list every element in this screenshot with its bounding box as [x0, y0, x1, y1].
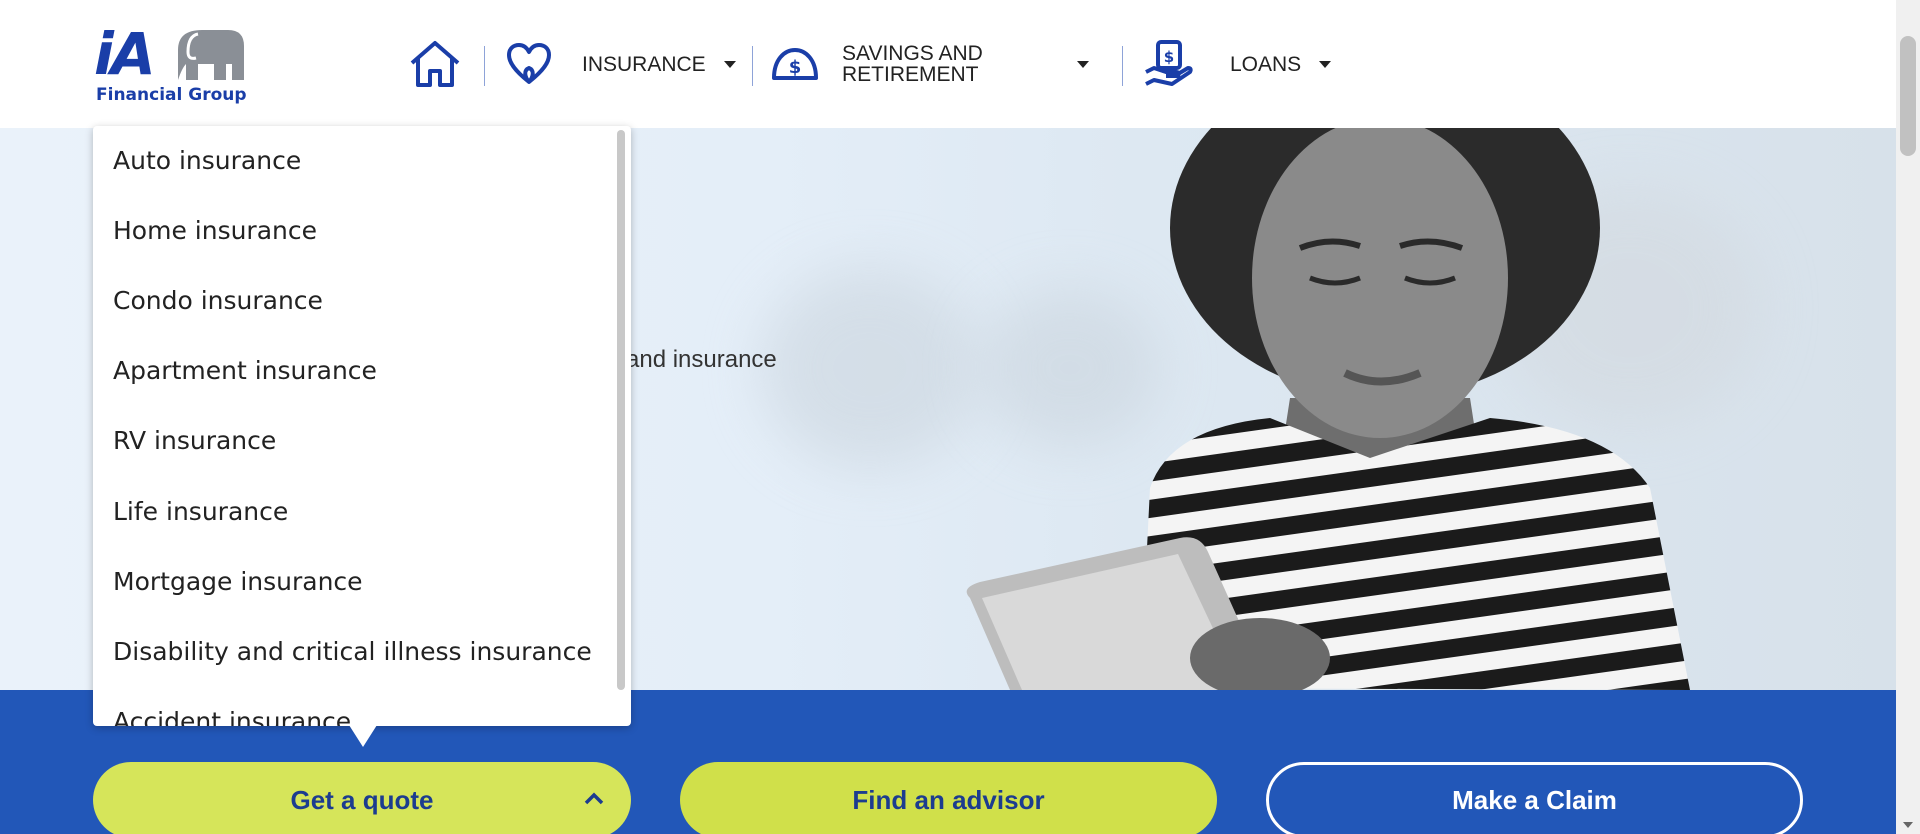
chevron-up-icon[interactable]: [583, 790, 605, 806]
logo-wordmark: iA: [94, 20, 156, 88]
hero-person-image: [966, 128, 1690, 690]
nav-loans-label: LOANS: [1230, 52, 1302, 76]
ia-logo[interactable]: iA Financial Group: [94, 22, 250, 108]
heart-icon: [506, 42, 552, 86]
nav-insurance-label: INSURANCE: [582, 52, 706, 76]
find-an-advisor-button[interactable]: Find an advisor: [680, 762, 1217, 834]
dropdown-item-rv-insurance[interactable]: RV insurance: [113, 426, 276, 456]
find-an-advisor-label: Find an advisor: [852, 784, 1045, 815]
get-a-quote-label: Get a quote: [290, 784, 434, 815]
dropdown-item-home-insurance[interactable]: Home insurance: [113, 216, 317, 246]
svg-text:$: $: [1164, 48, 1174, 66]
chevron-down-icon: [1076, 60, 1089, 68]
nav-loans[interactable]: $ LOANS: [1142, 0, 1332, 128]
dropdown-item-accident-insurance[interactable]: Accident insurance: [113, 707, 351, 726]
hero-partial-text: and insurance: [626, 346, 777, 373]
background-blur: [760, 268, 980, 468]
make-a-claim-button[interactable]: Make a Claim: [1266, 762, 1803, 834]
site-header: iA Financial Group INSURANCE $ SAVINGS A…: [0, 0, 1896, 128]
dropdown-item-condo-insurance[interactable]: Condo insurance: [113, 286, 323, 316]
dropdown-pointer: [349, 725, 377, 747]
dropdown-item-disability-insurance[interactable]: Disability and critical illness insuranc…: [113, 637, 592, 667]
nav-insurance[interactable]: INSURANCE: [506, 0, 736, 128]
scrollbar-thumb[interactable]: [1900, 36, 1916, 156]
get-a-quote-dropdown: Auto insurance Home insurance Condo insu…: [93, 126, 631, 726]
savings-icon: $: [770, 44, 820, 84]
nav-divider: [752, 46, 753, 86]
svg-text:$: $: [789, 57, 802, 78]
loan-hand-icon: $: [1142, 38, 1194, 90]
chevron-down-icon: [723, 60, 736, 68]
page-scrollbar[interactable]: [1896, 0, 1920, 834]
elephant-icon: [178, 30, 244, 80]
dropdown-item-life-insurance[interactable]: Life insurance: [113, 497, 288, 527]
nav-divider: [484, 46, 485, 86]
dropdown-item-apartment-insurance[interactable]: Apartment insurance: [113, 356, 377, 386]
nav-divider: [1122, 46, 1123, 86]
make-a-claim-label: Make a Claim: [1452, 784, 1617, 815]
chevron-down-icon: [1319, 60, 1332, 68]
get-a-quote-button[interactable]: Get a quote: [93, 762, 631, 834]
dropdown-item-auto-insurance[interactable]: Auto insurance: [113, 146, 301, 176]
scroll-down-arrow-icon[interactable]: [1903, 822, 1913, 828]
logo-subtitle: Financial Group: [96, 85, 247, 105]
nav-savings-label: SAVINGS AND RETIREMENT: [842, 42, 983, 86]
nav-home[interactable]: [408, 0, 462, 128]
dropdown-scrollbar[interactable]: [617, 130, 625, 690]
dropdown-item-mortgage-insurance[interactable]: Mortgage insurance: [113, 567, 363, 597]
nav-savings-retirement[interactable]: $ SAVINGS AND RETIREMENT: [770, 0, 1089, 128]
home-icon: [408, 39, 462, 89]
